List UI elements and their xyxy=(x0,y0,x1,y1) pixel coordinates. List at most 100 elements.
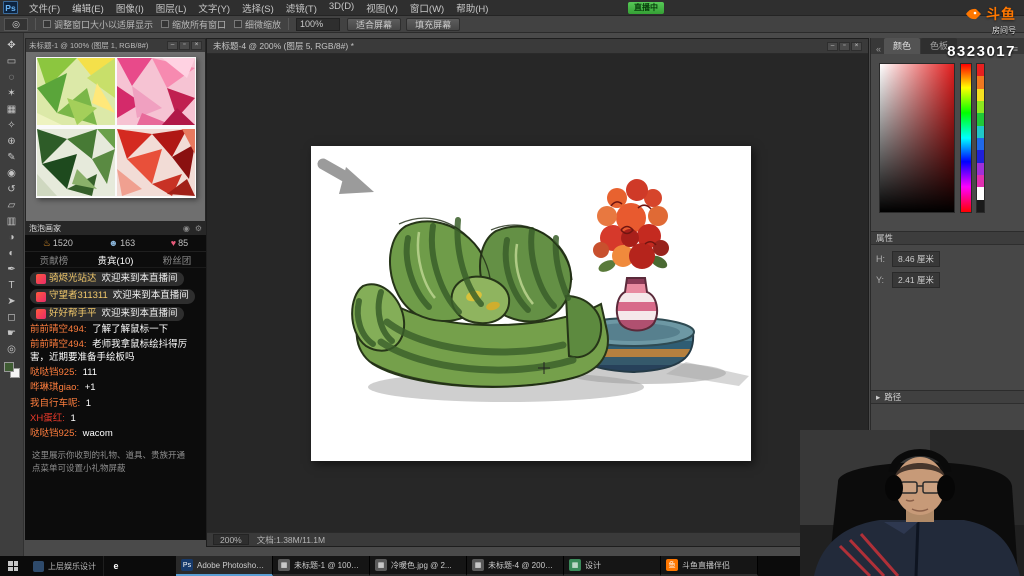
menu-item[interactable]: 文件(F) xyxy=(23,1,66,15)
chat-welcome: 守望者311311 欢迎来到本直播间 xyxy=(30,289,195,303)
taskbar-design[interactable]: ▦ 设计 xyxy=(564,556,661,576)
close-button[interactable]: × xyxy=(191,41,202,50)
paths-panel: ▸ 路径 xyxy=(871,391,1024,404)
taskbar-doc1[interactable]: ▦ 未标题-1 @ 100%... xyxy=(273,556,370,576)
color-swatch[interactable] xyxy=(977,89,984,101)
doc4-titlebar[interactable]: 未标题-4 @ 200% (图层 5, RGB/8#) * –▫× xyxy=(207,39,868,54)
saturation-square[interactable] xyxy=(879,63,955,213)
drawing-canvas[interactable] xyxy=(311,146,751,461)
eraser-tool[interactable]: ▱ xyxy=(2,198,22,213)
move-tool[interactable]: ✥ xyxy=(2,38,22,53)
zoom-input[interactable] xyxy=(296,18,340,31)
swatch-column xyxy=(976,63,985,213)
maximize-button[interactable]: ▫ xyxy=(839,42,850,51)
check-fine-zoom[interactable]: 细微缩放 xyxy=(234,18,281,31)
streamer-bar: 泡泡画家 ◉⚙ xyxy=(25,222,206,235)
checkbox-icon[interactable] xyxy=(234,20,242,28)
menu-item[interactable]: 编辑(E) xyxy=(66,1,110,15)
color-panel xyxy=(871,54,1024,232)
checkbox-icon[interactable] xyxy=(161,20,169,28)
color-swatch[interactable] xyxy=(977,64,984,76)
clone-stamp-tool[interactable]: ◉ xyxy=(2,166,22,181)
room-label: 房间号 xyxy=(947,25,1016,36)
zoom-tool[interactable]: ◎ xyxy=(2,342,22,357)
menu-item[interactable]: 选择(S) xyxy=(236,1,280,15)
dodge-tool[interactable]: ◐ xyxy=(2,246,22,261)
status-zoom[interactable]: 200% xyxy=(213,534,249,545)
folder-icon[interactable] xyxy=(152,556,176,576)
chat-text: 欢迎来到本直播间 xyxy=(102,308,178,320)
color-swatch[interactable] xyxy=(977,163,984,175)
collapse-panels-icon[interactable]: « xyxy=(874,44,883,54)
color-swatch[interactable] xyxy=(977,200,984,212)
menu-item[interactable]: 文字(Y) xyxy=(192,1,236,15)
gradient-tool[interactable]: ▥ xyxy=(2,214,22,229)
doc1-canvas[interactable] xyxy=(36,57,196,198)
pen-tool[interactable]: ✒ xyxy=(2,262,22,277)
app-icon: 鱼 xyxy=(666,559,678,571)
menu-item[interactable]: 图层(L) xyxy=(150,1,193,15)
color-swatch[interactable] xyxy=(977,76,984,88)
eyedropper-tool[interactable]: ✧ xyxy=(2,118,22,133)
brush-tool[interactable]: ✎ xyxy=(2,150,22,165)
chat-username: 前前晴空494: xyxy=(30,324,87,335)
stream-stats: ♨ 1520 ☻ 163 ♥ 85 xyxy=(25,235,206,252)
chrome-icon[interactable] xyxy=(128,556,152,576)
maximize-button[interactable]: ▫ xyxy=(179,41,190,50)
color-swatch[interactable] xyxy=(977,187,984,199)
menu-item[interactable]: 窗口(W) xyxy=(404,1,450,15)
check-zoom-all[interactable]: 缩放所有窗口 xyxy=(161,18,226,31)
taskbar-left-shortcut[interactable]: 上层娱乐设计 xyxy=(26,556,104,576)
type-tool[interactable]: T xyxy=(2,278,22,293)
healing-brush-tool[interactable]: ⊕ xyxy=(2,134,22,149)
history-brush-tool[interactable]: ↺ xyxy=(2,182,22,197)
hue-strip[interactable] xyxy=(960,63,972,213)
close-button[interactable]: × xyxy=(851,42,862,51)
tab-contribution[interactable]: 贡献榜 xyxy=(40,253,69,267)
shape-tool[interactable]: ◻ xyxy=(2,310,22,325)
paths-expand-icon[interactable]: ▸ xyxy=(876,392,880,403)
menu-item[interactable]: 图像(I) xyxy=(110,1,150,15)
color-swatch[interactable] xyxy=(977,150,984,162)
checkbox-icon[interactable] xyxy=(43,20,51,28)
magic-wand-tool[interactable]: ✶ xyxy=(2,86,22,101)
edge-icon[interactable]: e xyxy=(104,556,128,576)
tab-color[interactable]: 颜色 xyxy=(884,38,920,54)
crop-tool[interactable]: ▦ xyxy=(2,102,22,117)
fit-screen-button[interactable]: 适合屏幕 xyxy=(347,18,401,31)
doc1-titlebar[interactable]: 未标题-1 @ 100% (图层 1, RGB/8#) –▫× xyxy=(26,39,205,52)
check-resize-window[interactable]: 调整窗口大小以适屏显示 xyxy=(43,18,153,31)
color-swatch[interactable] xyxy=(977,113,984,125)
tab-fans[interactable]: 粉丝团 xyxy=(163,253,192,267)
color-swatch-widget[interactable] xyxy=(4,362,20,378)
menu-item[interactable]: 帮助(H) xyxy=(450,1,494,15)
live-status-badge: 直播中 xyxy=(628,2,664,14)
zoom-tool-icon[interactable]: ◎ xyxy=(4,18,28,31)
minimize-button[interactable]: – xyxy=(827,42,838,51)
color-swatch[interactable] xyxy=(977,101,984,113)
menu-item[interactable]: 滤镜(T) xyxy=(280,1,323,15)
menu-item[interactable]: 视图(V) xyxy=(360,1,404,15)
fill-screen-button[interactable]: 填充屏幕 xyxy=(406,18,460,31)
menu-item[interactable]: 3D(D) xyxy=(323,1,360,15)
start-button[interactable] xyxy=(0,556,26,576)
minimize-button[interactable]: – xyxy=(167,41,178,50)
color-swatch[interactable] xyxy=(977,126,984,138)
hand-tool[interactable]: ☛ xyxy=(2,326,22,341)
gear-icon[interactable]: ⚙ xyxy=(195,224,202,233)
color-swatch[interactable] xyxy=(977,175,984,187)
taskbar-doc-jpg[interactable]: ▦ 冷暖色.jpg @ 2... xyxy=(370,556,467,576)
color-swatch[interactable] xyxy=(977,138,984,150)
taskbar-doc4[interactable]: ▦ 未标题-4 @ 200%... xyxy=(467,556,564,576)
taskbar-douyu-companion[interactable]: 鱼 斗鱼直播伴侣 xyxy=(661,556,758,576)
lasso-tool[interactable]: ◌ xyxy=(2,70,22,85)
tab-vip[interactable]: 贵宾(10) xyxy=(98,253,134,267)
tool-bar: ✥▭◌✶▦✧⊕✎◉↺▱▥◑◐✒T➤◻☛◎ xyxy=(0,33,24,556)
path-select-tool[interactable]: ➤ xyxy=(2,294,22,309)
chat-message: 前前晴空494: 了解了解鼠标一下 xyxy=(30,324,201,336)
marquee-tool[interactable]: ▭ xyxy=(2,54,22,69)
taskbar-photoshop[interactable]: Ps Adobe Photoshop... xyxy=(176,556,273,576)
blur-tool[interactable]: ◑ xyxy=(2,230,22,245)
eye-icon[interactable]: ◉ xyxy=(183,224,190,233)
foreground-color-swatch[interactable] xyxy=(4,362,14,372)
